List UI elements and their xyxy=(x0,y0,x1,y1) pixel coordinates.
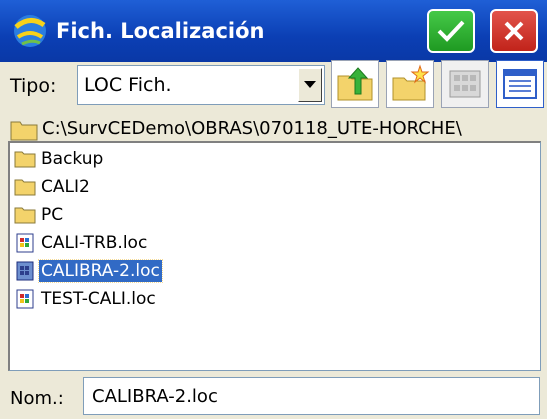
list-item-label: CALI2 xyxy=(41,177,90,197)
checkmark-icon xyxy=(437,20,465,42)
list-item-cali2[interactable]: CALI2 xyxy=(14,173,92,201)
list-view-button[interactable] xyxy=(496,60,544,108)
list-item-label: PC xyxy=(41,205,64,225)
folder-up-button[interactable] xyxy=(331,60,379,108)
list-item-cali-trb[interactable]: CALI-TRB.loc xyxy=(14,229,149,257)
folder-icon xyxy=(14,151,36,168)
dropdown-button[interactable] xyxy=(298,68,322,102)
list-view-icon xyxy=(503,69,537,99)
new-folder-icon xyxy=(392,64,430,101)
loc-file-icon xyxy=(16,261,34,281)
list-item-calibra-2[interactable]: CALIBRA-2.loc xyxy=(14,257,163,285)
file-type-select[interactable]: LOC Fich. xyxy=(77,65,325,105)
folder-icon xyxy=(14,179,36,196)
loc-file-icon xyxy=(16,289,34,309)
grid-view-icon xyxy=(449,70,481,98)
ok-button[interactable] xyxy=(427,9,475,53)
folder-icon xyxy=(14,207,36,224)
list-item-backup[interactable]: Backup xyxy=(14,145,105,173)
app-logo-icon xyxy=(14,15,46,47)
new-folder-button[interactable] xyxy=(386,60,434,108)
list-item-label: TEST-CALI.loc xyxy=(41,289,156,309)
name-label: Nom.: xyxy=(10,388,64,409)
file-type-value: LOC Fich. xyxy=(84,74,172,96)
list-item-label: CALIBRA-2.loc xyxy=(38,259,163,283)
list-item-pc[interactable]: PC xyxy=(14,201,65,229)
grid-view-button[interactable] xyxy=(441,60,489,108)
folder-up-icon xyxy=(337,67,373,101)
title-bar: Fich. Localización xyxy=(0,0,547,62)
loc-file-icon xyxy=(16,233,34,253)
chevron-down-icon xyxy=(304,81,316,88)
file-list[interactable]: Backup CALI2 PC CALI-TRB.loc CALIBRA-2.l… xyxy=(8,141,541,371)
window-title: Fich. Localización xyxy=(56,19,265,43)
folder-icon xyxy=(10,121,38,141)
list-item-test-cali[interactable]: TEST-CALI.loc xyxy=(14,285,158,313)
list-item-label: CALI-TRB.loc xyxy=(41,233,148,253)
file-name-input[interactable] xyxy=(83,377,540,415)
close-icon xyxy=(504,21,524,41)
close-button[interactable] xyxy=(490,9,538,53)
list-item-label: Backup xyxy=(41,149,104,169)
tipo-label: Tipo: xyxy=(10,75,57,97)
